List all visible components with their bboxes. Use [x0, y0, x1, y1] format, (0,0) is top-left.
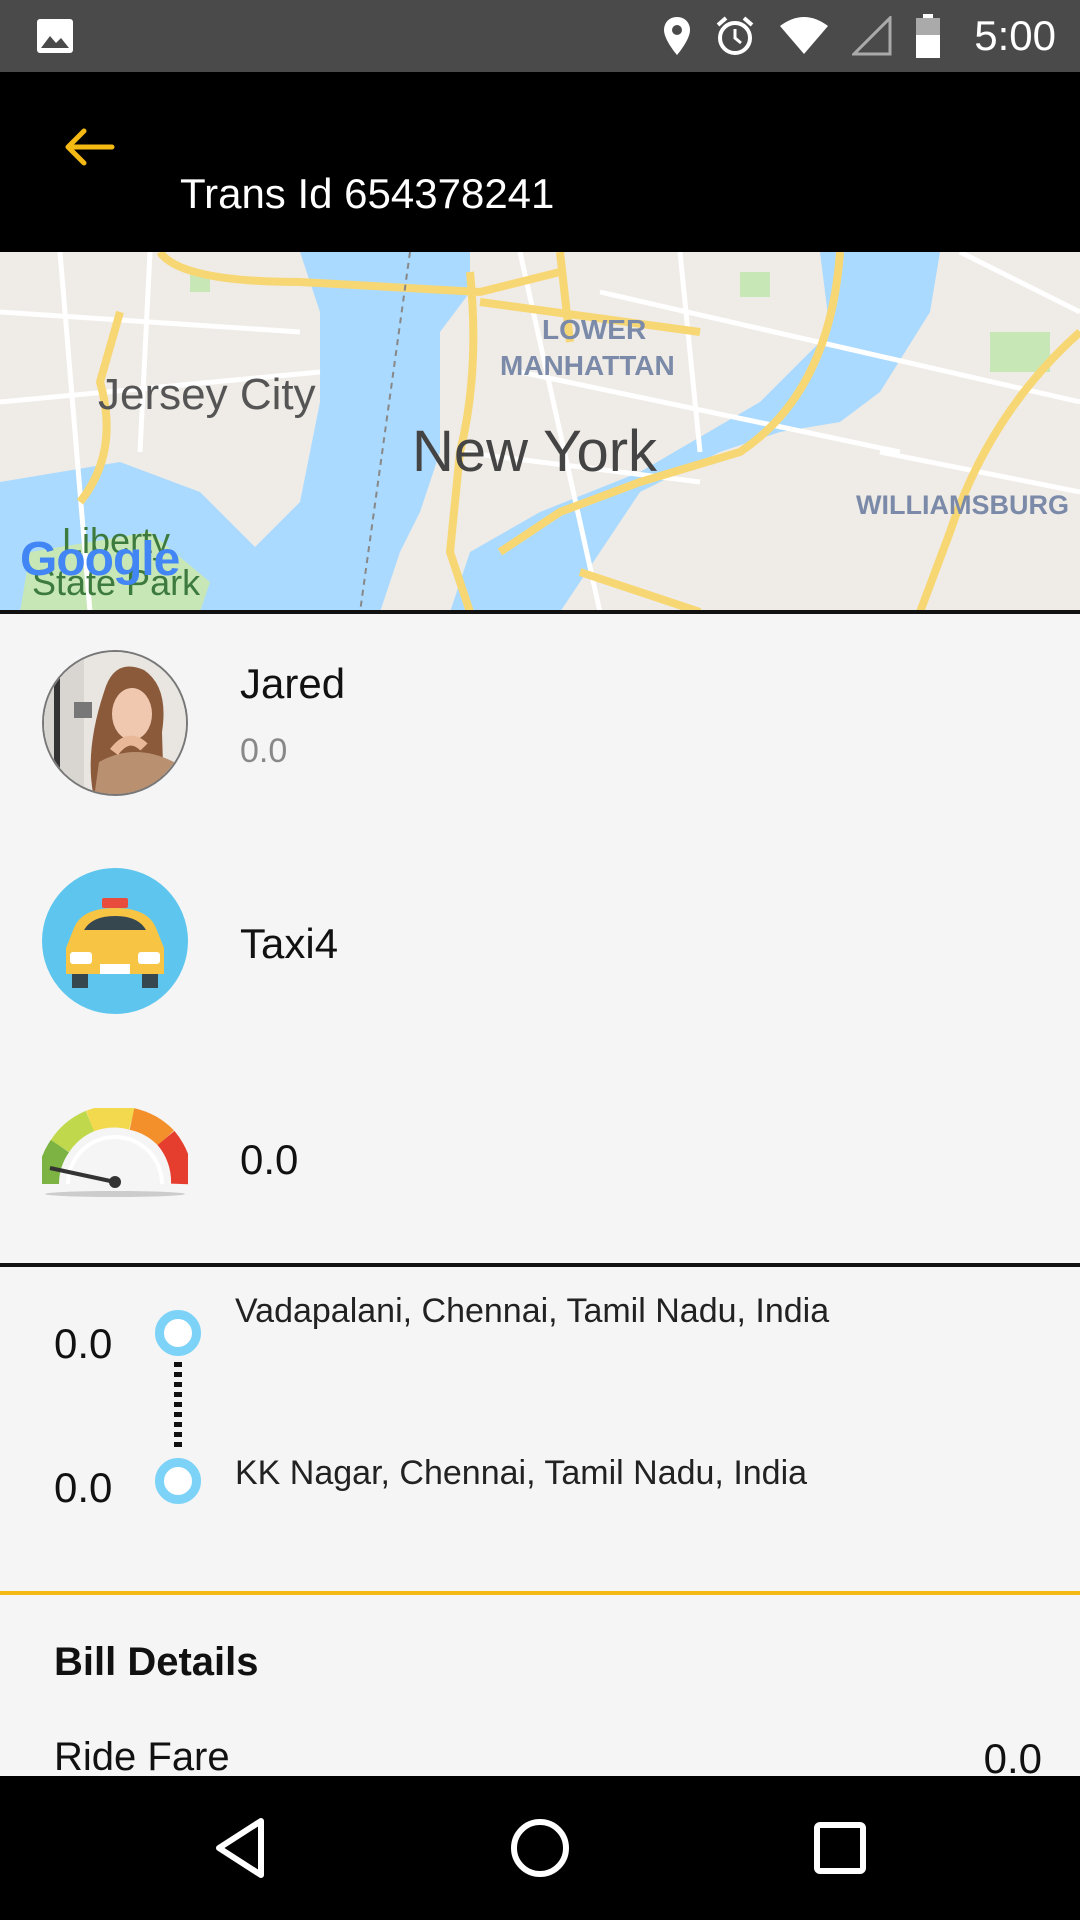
- drop-address: KK Nagar, Chennai, Tamil Nadu, India: [235, 1454, 808, 1492]
- page-title: Trans Id 654378241: [180, 170, 555, 217]
- app-toolbar: Trans Id 654378241: [0, 72, 1080, 252]
- taxi-icon: [42, 868, 188, 1014]
- nav-home-icon[interactable]: [505, 1813, 575, 1883]
- system-nav-bar: [0, 1776, 1080, 1920]
- bill-details-heading: Bill Details: [54, 1640, 259, 1684]
- drop-marker-icon: [155, 1458, 201, 1504]
- nav-back-icon[interactable]: [205, 1813, 275, 1883]
- alarm-icon: [716, 16, 754, 55]
- arrow-left-icon[interactable]: [60, 122, 120, 172]
- battery-icon: [916, 14, 941, 58]
- pickup-address: Vadapalani, Chennai, Tamil Nadu, India: [235, 1292, 830, 1330]
- pickup-marker-icon: [155, 1310, 201, 1356]
- speedometer-icon: [42, 1108, 188, 1197]
- driver-avatar: [42, 650, 188, 796]
- map-divider: [0, 610, 1080, 614]
- speed-value: 0.0: [240, 1136, 299, 1183]
- google-logo: Google: [20, 533, 180, 586]
- driver-name: Jared: [240, 660, 346, 707]
- location-icon: [664, 17, 691, 55]
- ride-fare-label: Ride Fare: [54, 1735, 230, 1779]
- wifi-icon: [780, 17, 829, 54]
- gallery-icon: [37, 19, 73, 53]
- pickup-value: 0.0: [54, 1320, 113, 1367]
- info-divider: [0, 1263, 1080, 1267]
- signal-icon: [852, 16, 892, 56]
- nav-recents-icon[interactable]: [805, 1813, 875, 1883]
- map-label-manhattan: MANHATTAN: [500, 350, 675, 381]
- clock-time: 5:00: [974, 12, 1056, 59]
- driver-rating: 0.0: [240, 732, 288, 770]
- map-label-jersey-city: Jersey City: [98, 370, 316, 419]
- status-bar: 5:00: [0, 0, 1080, 72]
- drop-value: 0.0: [54, 1464, 113, 1511]
- map-label-williamsburg: WILLIAMSBURG: [856, 490, 1069, 520]
- map-view[interactable]: Jersey City New York LOWER MANHATTAN WIL…: [0, 252, 1080, 612]
- vehicle-name: Taxi4: [240, 920, 339, 967]
- map-label-lower: LOWER: [542, 314, 647, 345]
- route-connector: [174, 1362, 182, 1452]
- map-label-new-york: New York: [412, 419, 658, 484]
- bill-divider: [0, 1591, 1080, 1595]
